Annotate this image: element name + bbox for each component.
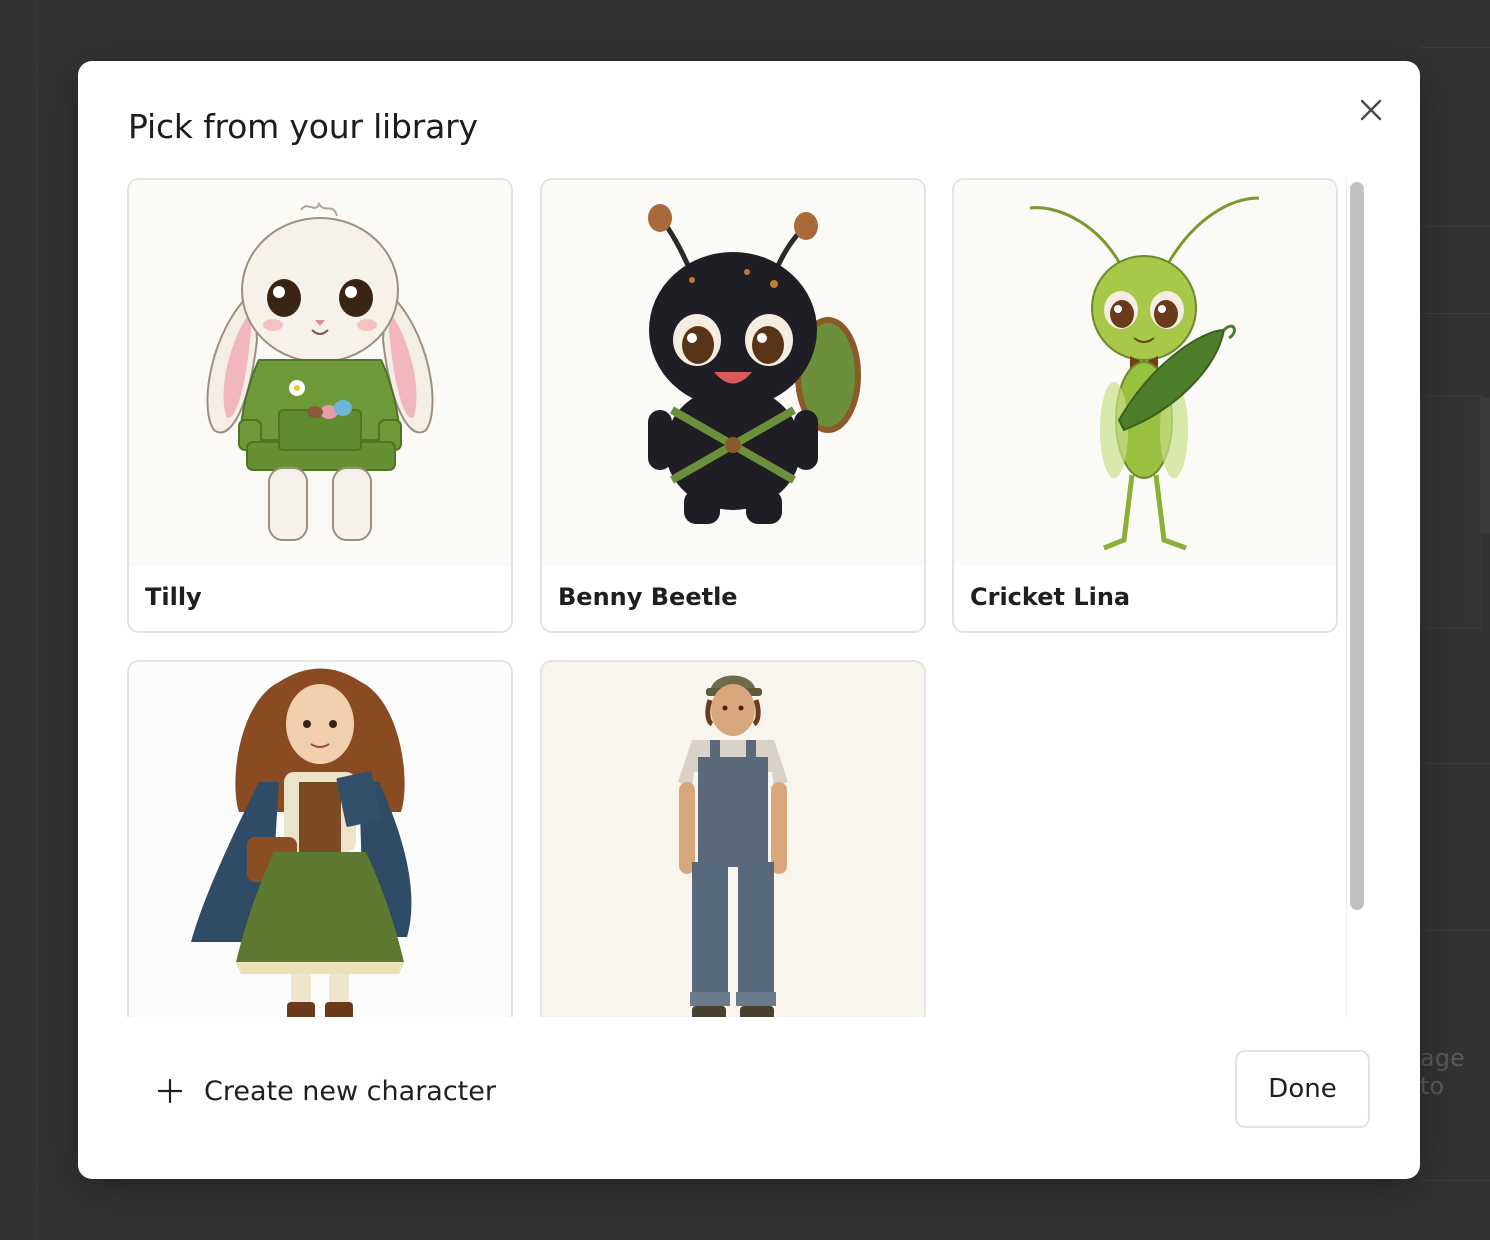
character-card-girl[interactable] (127, 660, 513, 1017)
bg-divider (1420, 930, 1490, 931)
bg-partial-text: age to (1420, 1044, 1465, 1100)
done-button[interactable]: Done (1235, 1050, 1370, 1128)
character-card-benny-beetle[interactable]: Benny Beetle (540, 178, 926, 633)
character-card-cricket-lina[interactable]: Cricket Lina (952, 178, 1338, 633)
close-icon (1360, 99, 1382, 121)
boy-illustration (542, 662, 924, 1017)
bg-divider (1420, 226, 1490, 227)
beetle-illustration (542, 180, 924, 566)
bg-scroll (1480, 398, 1490, 533)
character-name: Benny Beetle (558, 583, 738, 611)
bg-divider (1420, 47, 1490, 48)
grid-scrollbar-thumb[interactable] (1350, 182, 1364, 910)
bg-divider (1420, 313, 1490, 314)
cricket-illustration (954, 180, 1336, 566)
character-grid: Tilly Benny Beetle Cricket Lina (127, 178, 1372, 1017)
create-new-character-label: Create new character (204, 1075, 496, 1107)
character-name: Cricket Lina (970, 583, 1131, 611)
bunny-illustration (129, 180, 511, 566)
character-card-tilly[interactable]: Tilly (127, 178, 513, 633)
library-modal: Pick from your library Tilly Benny Beetl… (78, 61, 1420, 1179)
character-name: Tilly (145, 583, 202, 611)
create-new-character-button[interactable]: Create new character (158, 1069, 496, 1113)
bg-divider (36, 0, 37, 1240)
bg-divider (1420, 1180, 1490, 1181)
bg-divider (1420, 763, 1490, 764)
bg-textarea (1420, 395, 1482, 629)
character-card-boy[interactable] (540, 660, 926, 1017)
close-button[interactable] (1354, 93, 1388, 127)
plus-icon (158, 1079, 182, 1103)
girl-illustration (129, 662, 511, 1017)
modal-title: Pick from your library (128, 107, 478, 146)
